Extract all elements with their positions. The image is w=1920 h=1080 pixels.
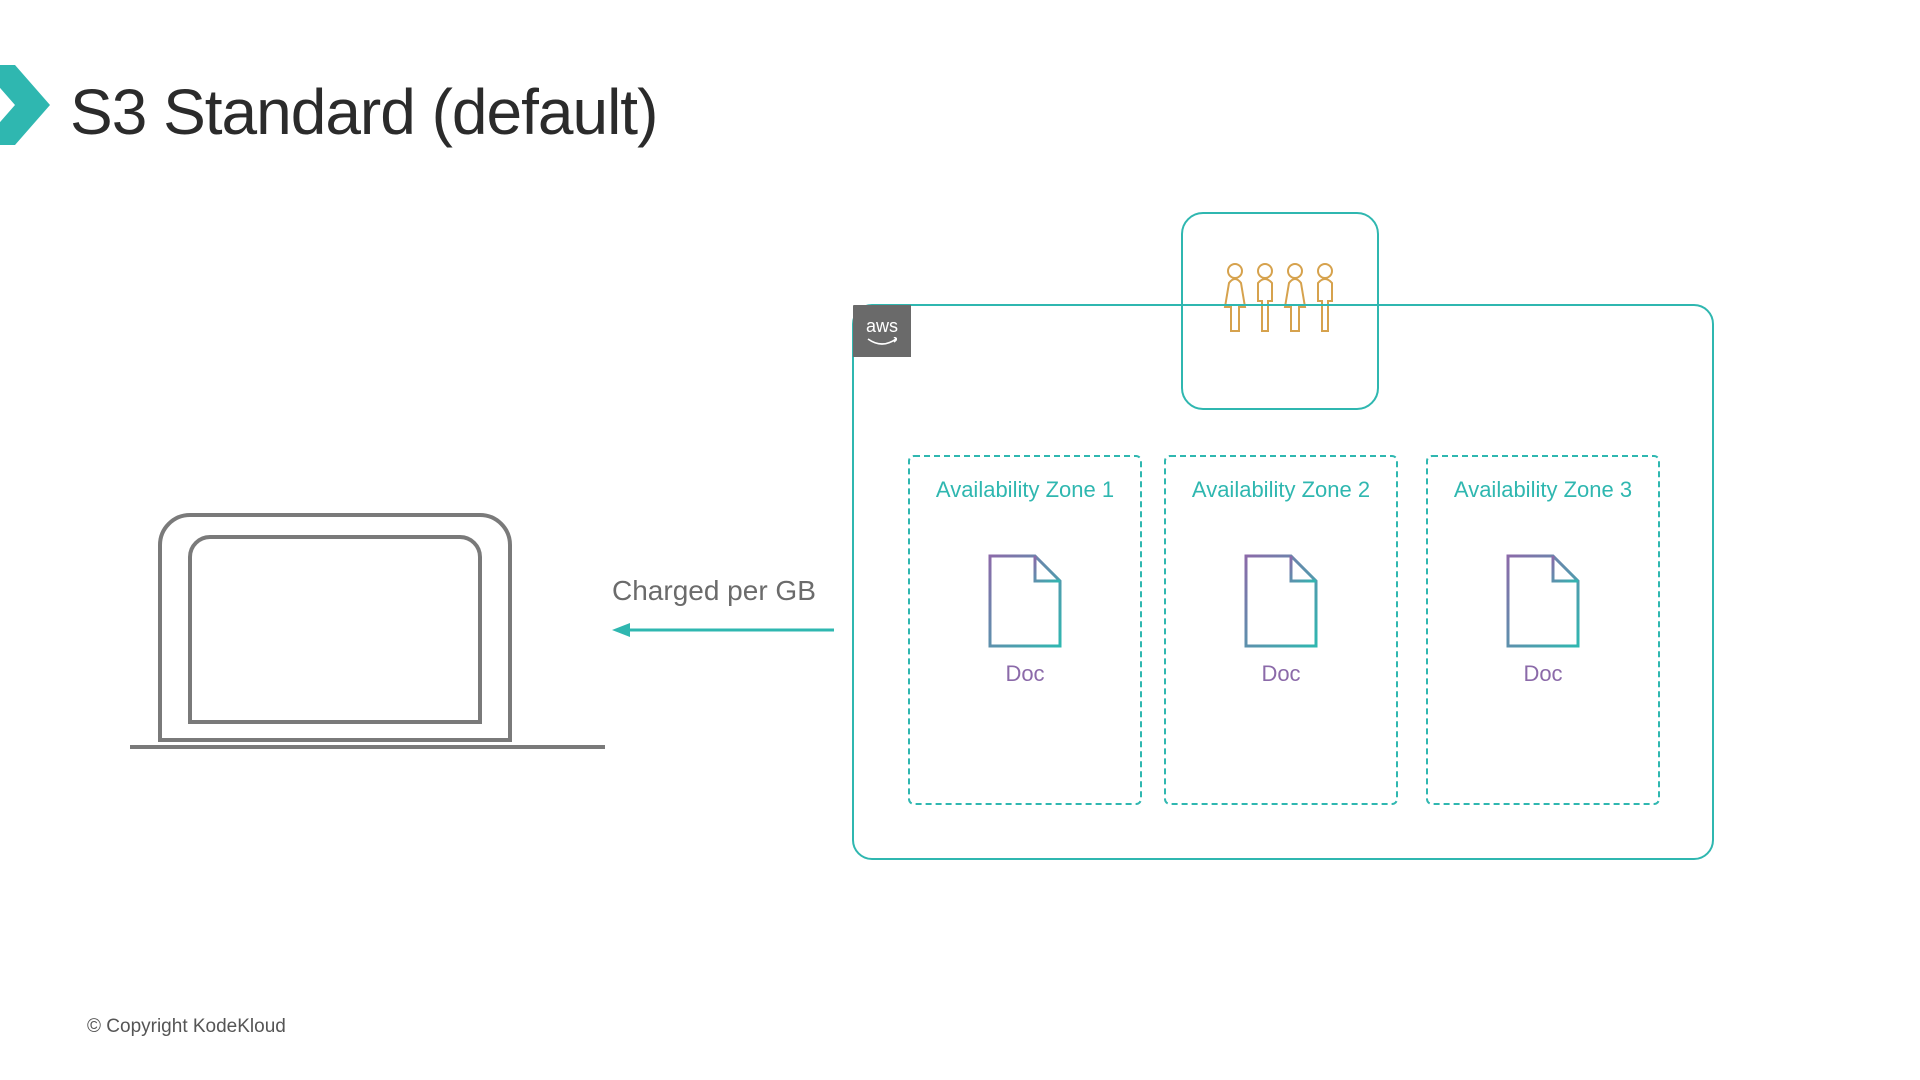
az-label: Availability Zone 2 [1166,477,1396,503]
laptop-icon [130,505,605,755]
availability-zone-3: Availability Zone 3 Doc [1426,455,1660,805]
copyright: © Copyright KodeKloud [87,1016,286,1038]
az-label: Availability Zone 1 [910,477,1140,503]
doc-label: Doc [1523,661,1562,687]
aws-label: aws [866,317,898,335]
doc-icon: Doc [1166,551,1396,687]
doc-icon: Doc [910,551,1140,687]
availability-zone-1: Availability Zone 1 Doc [908,455,1142,805]
availability-zone-2: Availability Zone 2 Doc [1164,455,1398,805]
aws-tag: aws [853,305,911,357]
arrow-left-icon [612,620,832,622]
aws-smile-icon [867,337,897,345]
doc-label: Doc [1261,661,1300,687]
doc-icon: Doc [1428,551,1658,687]
arrow-label: Charged per GB [612,575,816,607]
page-title: S3 Standard (default) [70,75,657,149]
doc-label: Doc [1005,661,1044,687]
az-label: Availability Zone 3 [1428,477,1658,503]
